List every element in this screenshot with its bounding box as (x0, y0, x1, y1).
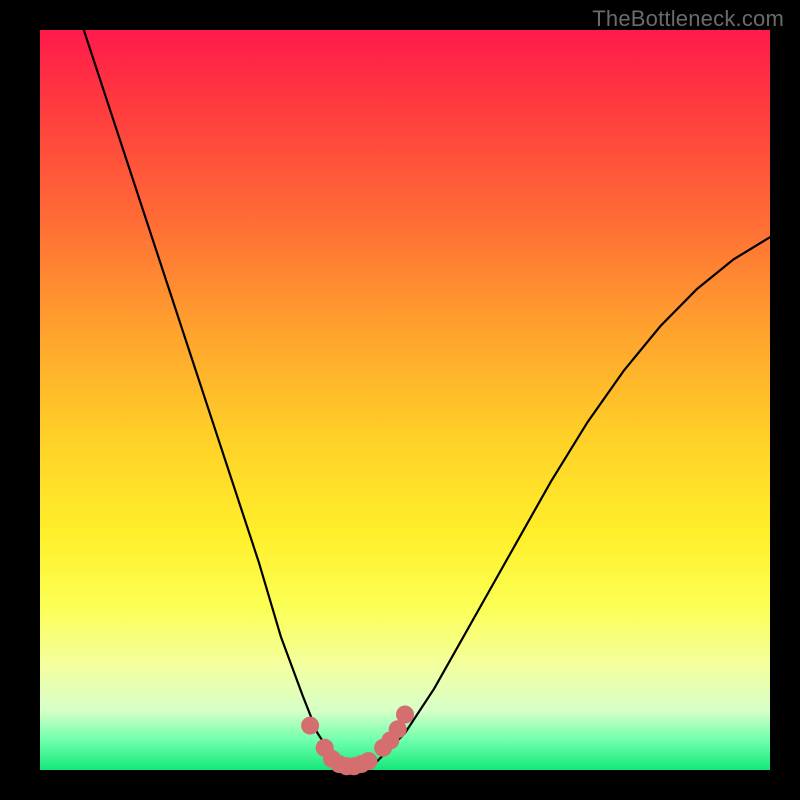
chart-frame: TheBottleneck.com (0, 0, 800, 800)
highlight-dot (301, 717, 319, 735)
highlight-dots-group (301, 706, 414, 776)
plot-area (40, 30, 770, 770)
highlight-dot (396, 706, 414, 724)
watermark-text: TheBottleneck.com (592, 6, 784, 32)
bottleneck-curve-path (84, 30, 770, 770)
highlight-dot (360, 752, 378, 770)
chart-svg (40, 30, 770, 770)
